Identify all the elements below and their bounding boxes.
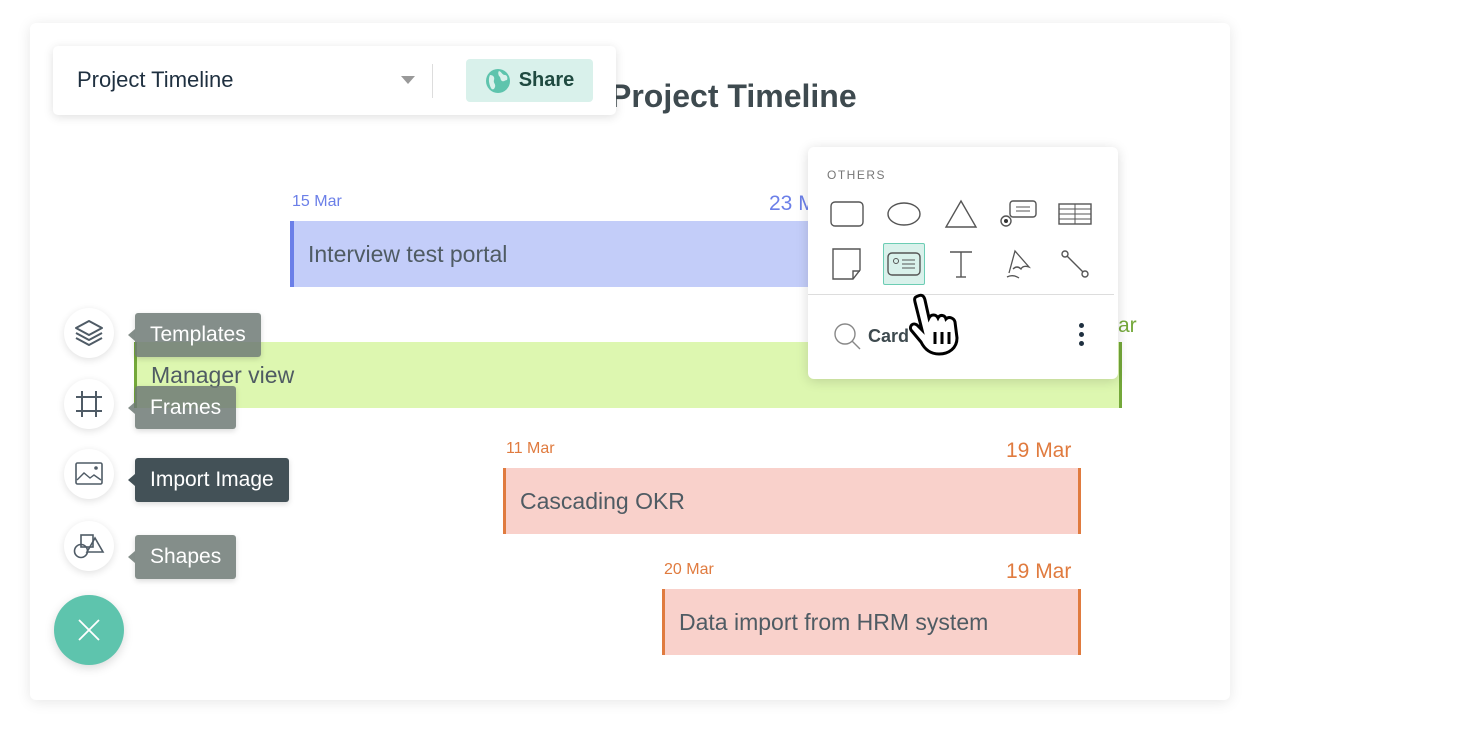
task-bar-data-import[interactable]: Data import from HRM system — [662, 589, 1081, 655]
task-end-label: ar — [1118, 314, 1137, 337]
more-options-icon[interactable] — [1079, 323, 1085, 350]
section-heading: OTHERS — [827, 168, 887, 182]
sticky-note-icon — [832, 248, 861, 280]
tooltip-shapes: Shapes — [127, 535, 237, 579]
close-menu-button[interactable] — [54, 595, 124, 665]
caret-down-icon[interactable] — [401, 76, 415, 84]
task-bar-cascading-okr[interactable]: Cascading OKR — [503, 468, 1081, 534]
search-icon — [834, 323, 861, 350]
shape-text[interactable] — [940, 243, 982, 285]
rectangle-icon — [830, 201, 864, 227]
document-name-dropdown[interactable]: Project Timeline — [77, 67, 234, 93]
tooltip-import-image: Import Image — [128, 458, 289, 502]
layers-icon — [75, 320, 103, 346]
frame-icon — [76, 391, 102, 417]
share-button[interactable]: Share — [466, 59, 593, 102]
task-end-label: 19 Mar — [1006, 560, 1072, 583]
task-start-label: 15 Mar — [292, 193, 342, 210]
shape-card[interactable] — [883, 243, 925, 285]
share-label: Share — [518, 69, 575, 91]
shape-sticky-note[interactable] — [826, 243, 868, 285]
shape-search-input[interactable]: Card — [832, 321, 909, 351]
shape-connector[interactable] — [1054, 243, 1096, 285]
triangle-icon — [944, 199, 978, 228]
task-start-label: 11 Mar — [506, 440, 555, 457]
callout-icon — [1000, 200, 1037, 227]
shape-callout[interactable] — [997, 193, 1039, 235]
freehand-icon — [1006, 249, 1032, 279]
divider — [432, 64, 433, 98]
tooltip-templates: Templates — [128, 313, 261, 357]
import-image-button[interactable] — [64, 449, 114, 499]
task-start-label: 20 Mar — [664, 561, 714, 578]
connector-icon — [1061, 250, 1089, 278]
shapes-button[interactable] — [64, 521, 114, 571]
task-end-label: 19 Mar — [1006, 439, 1072, 462]
shape-table[interactable] — [1054, 193, 1096, 235]
text-icon — [950, 251, 972, 278]
board-title: Project Timeline — [610, 78, 857, 114]
frames-button[interactable] — [64, 379, 114, 429]
image-icon — [75, 462, 103, 485]
shape-ellipse[interactable] — [883, 193, 925, 235]
templates-button[interactable] — [64, 308, 114, 358]
shape-freehand[interactable] — [997, 243, 1039, 285]
shape-rectangle[interactable] — [826, 193, 868, 235]
table-icon — [1058, 203, 1092, 225]
shape-triangle[interactable] — [940, 193, 982, 235]
top-toolbar: Project Timeline Share — [53, 46, 616, 115]
hand-cursor-icon — [909, 293, 959, 356]
ellipse-icon — [887, 202, 921, 226]
globe-icon — [485, 68, 510, 93]
card-icon — [887, 252, 921, 276]
shapes-icon — [73, 534, 105, 559]
tooltip-frames: Frames — [127, 386, 237, 429]
close-icon — [78, 619, 100, 641]
search-value: Card — [868, 325, 910, 346]
